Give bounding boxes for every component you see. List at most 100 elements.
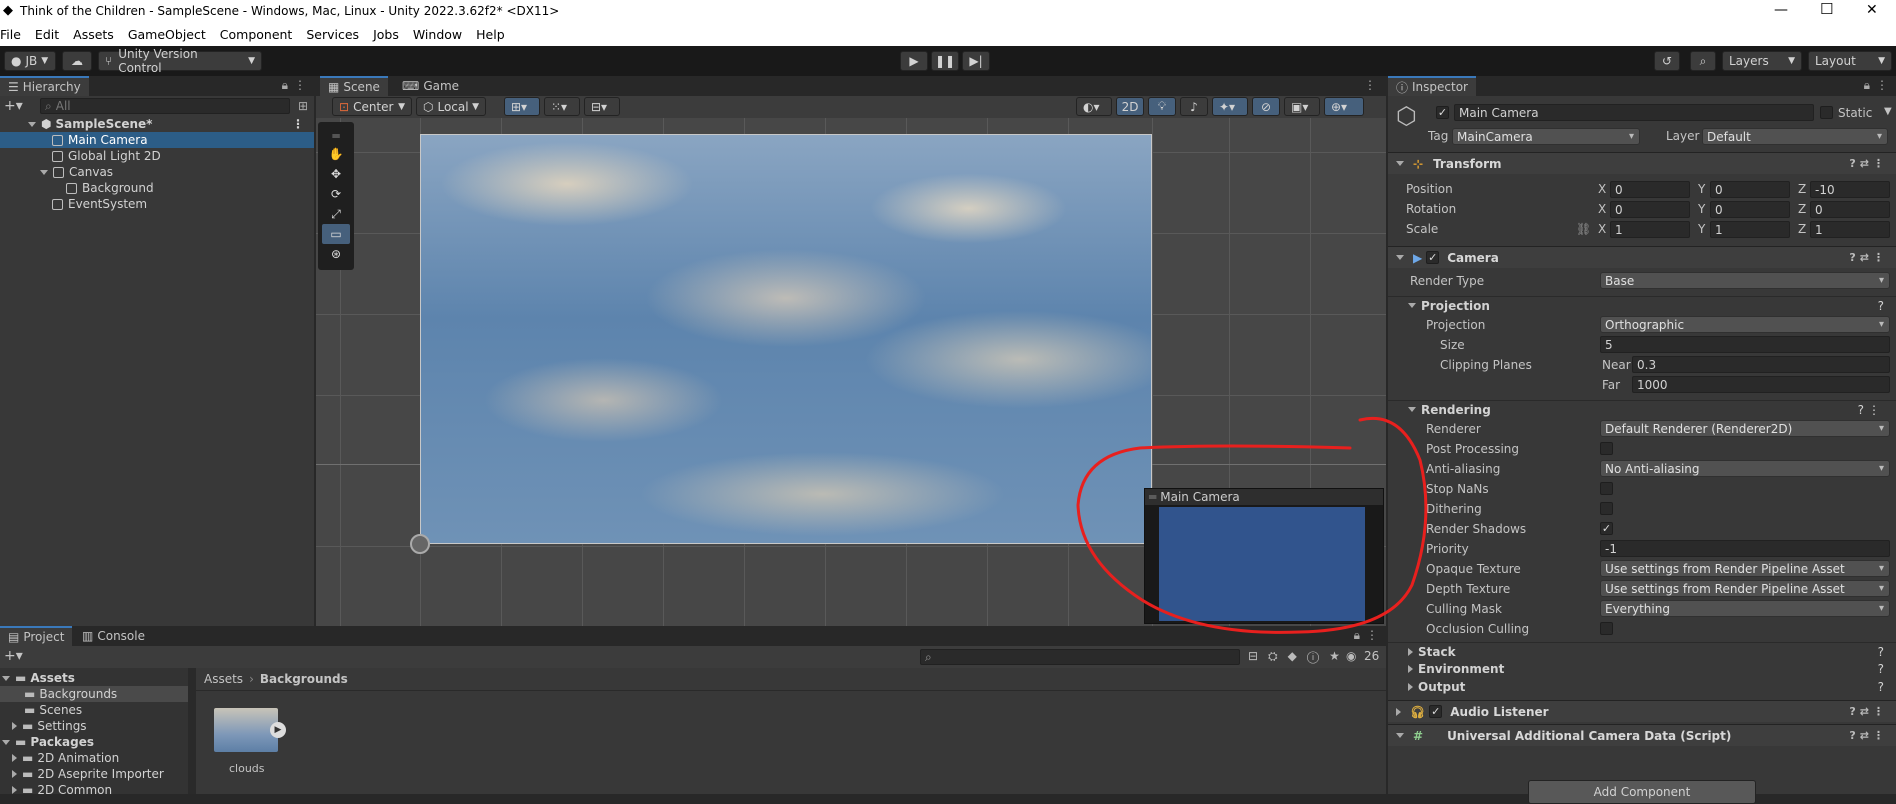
menu-services[interactable]: Services xyxy=(306,27,359,42)
lock-icon[interactable]: 🔒︎ xyxy=(282,78,288,93)
rotate-tool-icon[interactable]: ⟳ xyxy=(322,184,350,204)
expand-arrow-icon[interactable] xyxy=(2,739,10,745)
transform-tool-icon[interactable]: ⊛ xyxy=(322,244,350,264)
tree-scenes[interactable]: ▬ Scenes xyxy=(0,702,188,718)
hierarchy-item-eventsystem[interactable]: EventSystem xyxy=(0,196,314,212)
audio-listener-checkbox[interactable]: ✓ xyxy=(1429,705,1443,718)
position-x-input[interactable]: 0 xyxy=(1610,181,1690,198)
object-name-input[interactable]: Main Camera xyxy=(1454,104,1814,121)
more-icon[interactable]: ⋮ xyxy=(294,78,306,92)
camera-header[interactable]: ▶ ✓ Camera ?⇄⋮ xyxy=(1388,246,1896,268)
rendering-header[interactable]: Rendering ?⋮ xyxy=(1388,400,1896,418)
lock-icon[interactable]: 🔒︎ xyxy=(1864,78,1870,93)
account-button[interactable]: ● JB ▼ xyxy=(4,51,56,71)
clouds-background-sprite[interactable] xyxy=(420,134,1152,544)
menu-window[interactable]: Window xyxy=(413,27,462,42)
more-icon[interactable]: ⋮ xyxy=(1364,78,1376,92)
layout-dropdown[interactable]: Layout ▼ xyxy=(1808,51,1892,71)
tab-hierarchy[interactable]: ☰ Hierarchy xyxy=(0,76,89,96)
menu-jobs[interactable]: Jobs xyxy=(373,27,399,42)
canvas-pivot-handle[interactable] xyxy=(410,534,430,554)
layer-dropdown[interactable]: Default xyxy=(1702,128,1888,145)
draw-mode-button[interactable]: ◐▾ xyxy=(1076,97,1112,116)
rotation-x-input[interactable]: 0 xyxy=(1610,201,1690,218)
stack-header[interactable]: Stack ? xyxy=(1388,642,1896,660)
expand-arrow-icon[interactable] xyxy=(1396,161,1404,166)
projection-dropdown[interactable]: Orthographic xyxy=(1600,316,1890,333)
help-icon[interactable]: ? xyxy=(1878,645,1884,659)
depth-texture-dropdown[interactable]: Use settings from Render Pipeline Asset xyxy=(1600,580,1890,597)
position-z-input[interactable]: -10 xyxy=(1810,181,1890,198)
hierarchy-item-global-light[interactable]: Global Light 2D xyxy=(0,148,314,164)
component-actions-icons[interactable]: ?⇄⋮ xyxy=(1849,251,1888,264)
menu-edit[interactable]: Edit xyxy=(35,27,59,42)
version-control-button[interactable]: ⑂ Unity Version Control ▼ xyxy=(98,47,262,75)
camera-enabled-checkbox[interactable]: ✓ xyxy=(1426,251,1440,264)
breadcrumb-assets[interactable]: Assets xyxy=(204,672,243,686)
collapse-arrow-icon[interactable] xyxy=(12,754,17,762)
transform-header[interactable]: ⊹ Transform ?⇄⋮ xyxy=(1388,152,1896,174)
cloud-button[interactable]: ☁ xyxy=(62,51,92,71)
chevron-down-icon[interactable]: ▼ xyxy=(1884,106,1892,117)
tab-inspector[interactable]: ⓘ Inspector xyxy=(1388,76,1476,96)
expand-arrow-icon[interactable] xyxy=(1396,255,1404,260)
breadcrumb-backgrounds[interactable]: Backgrounds xyxy=(260,672,348,686)
render-shadows-checkbox[interactable]: ✓ xyxy=(1600,522,1613,535)
drag-handle-icon[interactable]: ═ xyxy=(322,126,350,146)
scale-z-input[interactable]: 1 xyxy=(1810,221,1890,238)
tab-console[interactable]: ▥ Console xyxy=(74,626,153,646)
pivot-center-dropdown[interactable]: ⊡ Center ▼ xyxy=(332,97,412,116)
hierarchy-item-canvas[interactable]: Canvas xyxy=(0,164,314,180)
static-checkbox[interactable] xyxy=(1820,106,1833,119)
tree-settings[interactable]: ▬ Settings xyxy=(0,718,188,734)
more-icon[interactable]: ⋮ xyxy=(1876,78,1888,92)
collapse-arrow-icon[interactable] xyxy=(12,770,17,778)
tree-2d-common[interactable]: ▬ 2D Common xyxy=(0,782,188,798)
help-icon[interactable]: ? xyxy=(1878,680,1884,694)
space-local-dropdown[interactable]: ⬡ Local ▼ xyxy=(416,97,486,116)
audio-listener-header[interactable]: 🎧︎ ✓ Audio Listener ?⇄⋮ xyxy=(1388,700,1896,722)
expand-arrow-icon[interactable] xyxy=(1408,303,1416,308)
tree-2d-aseprite[interactable]: ▬ 2D Aseprite Importer xyxy=(0,766,188,782)
output-header[interactable]: Output ? xyxy=(1388,678,1896,696)
scale-y-input[interactable]: 1 xyxy=(1710,221,1790,238)
near-input[interactable]: 0.3 xyxy=(1632,356,1890,373)
urp-camera-data-header[interactable]: # Universal Additional Camera Data (Scri… xyxy=(1388,724,1896,746)
filter-icon[interactable]: ⊞ xyxy=(298,99,308,113)
menu-component[interactable]: Component xyxy=(220,27,293,42)
move-tool-icon[interactable]: ✥ xyxy=(322,164,350,184)
component-actions-icons[interactable]: ?⇄⋮ xyxy=(1849,157,1888,170)
play-icon[interactable]: ▶ xyxy=(270,722,286,738)
collapse-arrow-icon[interactable] xyxy=(12,722,17,730)
hierarchy-search-input[interactable]: ⌕ All xyxy=(40,98,290,114)
2d-toggle[interactable]: 2D xyxy=(1116,97,1144,116)
environment-header[interactable]: Environment ? xyxy=(1388,660,1896,678)
close-icon[interactable]: ✕ xyxy=(1866,2,1878,18)
component-actions-icons[interactable]: ?⇄⋮ xyxy=(1849,705,1888,718)
hierarchy-item-background[interactable]: Background xyxy=(0,180,314,196)
gizmos-dropdown[interactable]: ⊕▾ xyxy=(1324,97,1364,116)
layers-dropdown[interactable]: Layers ▼ xyxy=(1722,51,1802,71)
add-component-button[interactable]: Add Component xyxy=(1528,780,1756,804)
rotation-y-input[interactable]: 0 xyxy=(1710,201,1790,218)
menu-help[interactable]: Help xyxy=(476,27,505,42)
occlusion-culling-checkbox[interactable] xyxy=(1600,622,1613,635)
expand-arrow-icon[interactable] xyxy=(40,169,48,175)
minimize-icon[interactable]: — xyxy=(1774,2,1788,18)
help-icon[interactable]: ? xyxy=(1878,662,1884,676)
rect-tool-icon[interactable]: ▭ xyxy=(322,224,350,244)
history-button[interactable]: ↺ xyxy=(1654,51,1680,71)
add-icon[interactable]: +▾ xyxy=(4,98,23,114)
step-button[interactable]: ▶| xyxy=(962,51,990,71)
tag-dropdown[interactable]: MainCamera xyxy=(1452,128,1640,145)
scene-row[interactable]: ⬢ SampleScene* ⋮ xyxy=(0,116,314,132)
scale-x-input[interactable]: 1 xyxy=(1610,221,1690,238)
collapse-arrow-icon[interactable] xyxy=(1408,665,1413,673)
tree-2d-animation[interactable]: ▬ 2D Animation xyxy=(0,750,188,766)
camera-settings-dropdown[interactable]: ▣▾ xyxy=(1284,97,1320,116)
size-input[interactable]: 5 xyxy=(1600,336,1890,353)
play-button[interactable]: ▶ xyxy=(900,51,928,71)
audio-toggle[interactable]: ♪ xyxy=(1180,97,1208,116)
menu-file[interactable]: File xyxy=(0,27,21,42)
priority-input[interactable]: -1 xyxy=(1600,540,1890,557)
